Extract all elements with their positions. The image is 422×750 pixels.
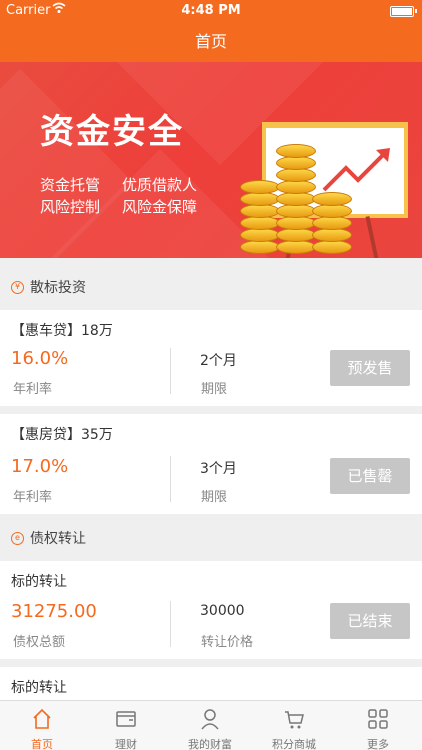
banner-feature: 风险控制 [40, 198, 101, 216]
divider [170, 601, 171, 647]
transfer-title: 标的转让 [11, 574, 67, 590]
annual-rate: 17.0% [11, 456, 69, 477]
debt-amount: 31275.00 [11, 601, 97, 622]
annual-rate: 16.0% [11, 348, 69, 369]
section-header-debt-transfer: e 债权转让 [0, 517, 422, 561]
tab-bar: 首页 理财 我的财富 积分商城 更多 [0, 700, 422, 750]
sold-out-button[interactable]: 已售罄 [330, 458, 410, 494]
home-icon [33, 708, 51, 729]
transfer-title: 标的转让 [11, 680, 67, 696]
ended-button[interactable]: 已结束 [330, 603, 410, 639]
loan-card[interactable]: 【惠房贷】35万 17.0% 年利率 3个月 期限 已售罄 [0, 414, 422, 514]
tab-label: 我的财富 [188, 738, 232, 750]
tab-label: 理财 [115, 738, 137, 750]
transfer-icon: e [11, 532, 24, 545]
loan-term: 2个月 [200, 353, 237, 369]
cart-icon [285, 711, 304, 729]
tab-finance[interactable]: 理财 [84, 701, 168, 750]
tab-more[interactable]: 更多 [336, 701, 420, 750]
tab-points-mall[interactable]: 积分商城 [252, 701, 336, 750]
status-bar: Carrier 4:48 PM [0, 0, 422, 22]
tab-home[interactable]: 首页 [0, 701, 84, 750]
debt-amount-label: 债权总额 [13, 635, 66, 650]
tab-label: 更多 [367, 738, 389, 750]
banner-feature: 优质借款人 [122, 176, 198, 194]
tab-label: 积分商城 [272, 738, 316, 750]
page-title: 首页 [194, 32, 227, 51]
tab-my-wealth[interactable]: 我的财富 [168, 701, 252, 750]
loan-title: 【惠车贷】18万 [11, 323, 113, 339]
wallet-icon [116, 711, 136, 727]
section-title: 散标投资 [30, 280, 86, 296]
loan-card[interactable]: 【惠车贷】18万 16.0% 年利率 2个月 期限 预发售 [0, 310, 422, 406]
loan-term-label: 期限 [201, 490, 228, 505]
clock: 4:48 PM [181, 3, 241, 18]
battery-icon [390, 6, 417, 17]
loan-title: 【惠房贷】35万 [11, 427, 113, 443]
section-header-scattered-investment: ¥ 散标投资 [0, 266, 422, 310]
board-leg [365, 216, 379, 258]
transfer-price: 30000 [200, 603, 245, 619]
transfer-card[interactable]: 标的转让 31275.00 债权总额 30000 转让价格 已结束 [0, 561, 422, 659]
nav-bar: 首页 [0, 22, 422, 62]
person-icon [201, 709, 219, 730]
loan-term-label: 期限 [201, 382, 228, 397]
tab-label: 首页 [31, 738, 53, 750]
grid-icon [368, 709, 388, 729]
loan-term: 3个月 [200, 461, 237, 477]
divider [170, 456, 171, 502]
transfer-price-label: 转让价格 [201, 635, 254, 650]
presale-button[interactable]: 预发售 [330, 350, 410, 386]
banner-feature: 风险金保障 [122, 198, 198, 216]
section-title: 债权转让 [30, 531, 86, 547]
divider [170, 348, 171, 394]
promo-banner[interactable]: 资金安全 资金托管 优质借款人 风险控制 风险金保障 [0, 62, 422, 258]
annual-rate-label: 年利率 [13, 382, 53, 397]
yuan-icon: ¥ [11, 281, 24, 294]
banner-title: 资金安全 [40, 112, 184, 152]
banner-feature: 资金托管 [40, 176, 101, 194]
annual-rate-label: 年利率 [13, 490, 53, 505]
